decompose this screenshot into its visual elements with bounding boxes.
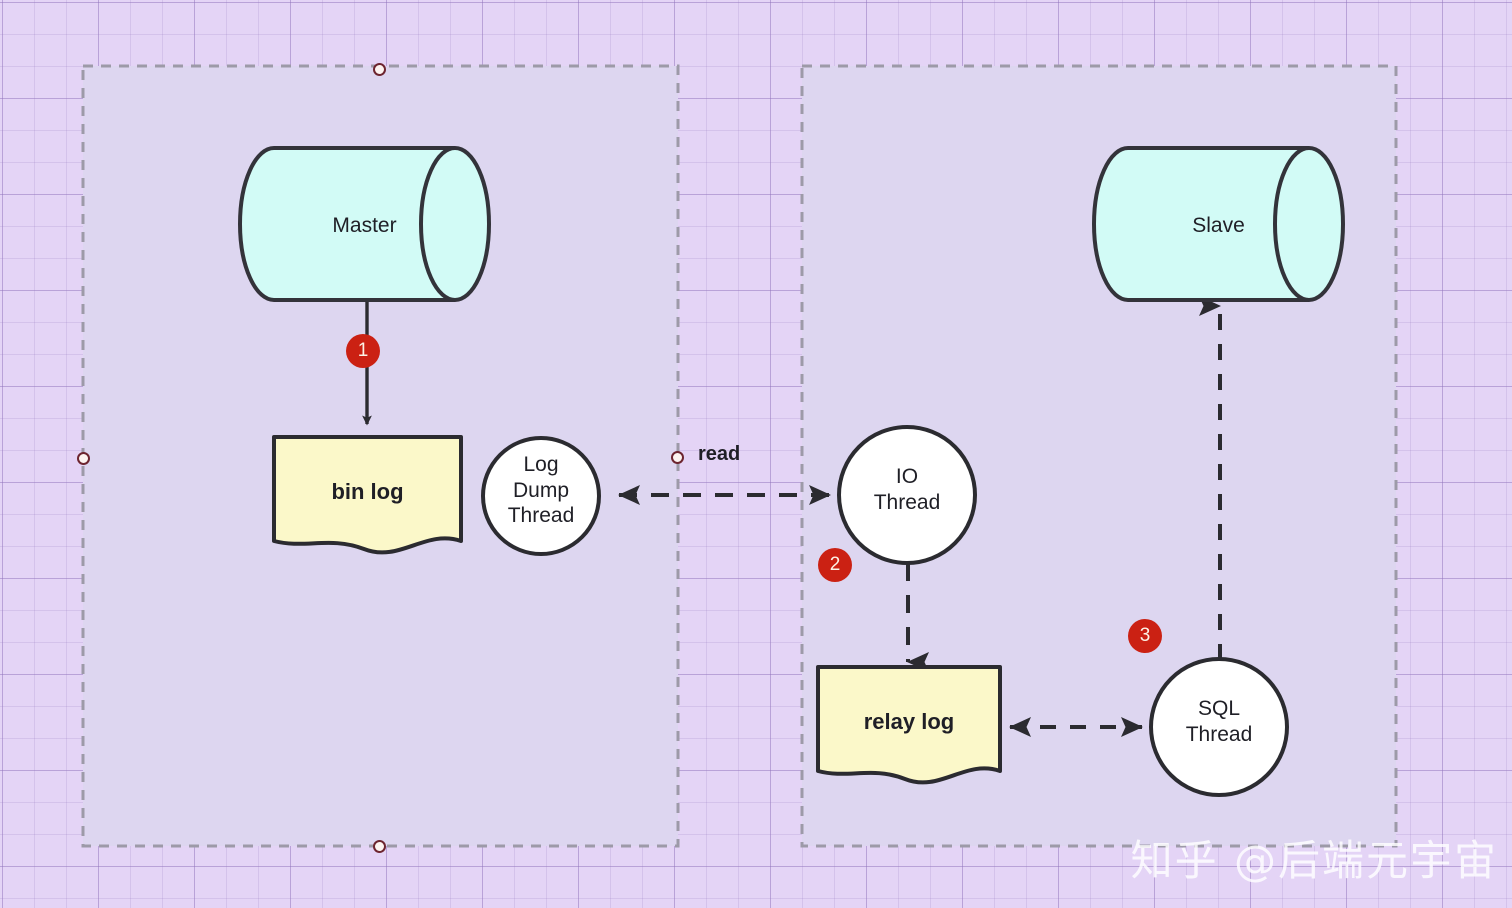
diagram-svg bbox=[81, 64, 1398, 848]
node-io-thread[interactable] bbox=[837, 425, 977, 565]
node-log-dump-thread[interactable] bbox=[481, 436, 601, 556]
node-master[interactable] bbox=[238, 146, 491, 302]
handle-bottom[interactable] bbox=[373, 840, 386, 853]
handle-left[interactable] bbox=[77, 452, 90, 465]
diagram-canvas: Master Slave bin log relay log Log Dump … bbox=[0, 0, 1512, 908]
step-badge-1[interactable]: 1 bbox=[346, 334, 380, 368]
handle-top[interactable] bbox=[373, 63, 386, 76]
node-sql-thread[interactable] bbox=[1149, 657, 1289, 797]
step-badge-2[interactable]: 2 bbox=[818, 548, 852, 582]
node-relay-log[interactable] bbox=[816, 665, 1002, 785]
step-badge-3[interactable]: 3 bbox=[1128, 619, 1162, 653]
handle-read-edge[interactable] bbox=[671, 451, 684, 464]
watermark: 知乎 @后端元宇宙 bbox=[1130, 836, 1498, 885]
node-bin-log[interactable] bbox=[272, 435, 463, 555]
node-slave[interactable] bbox=[1092, 146, 1345, 302]
